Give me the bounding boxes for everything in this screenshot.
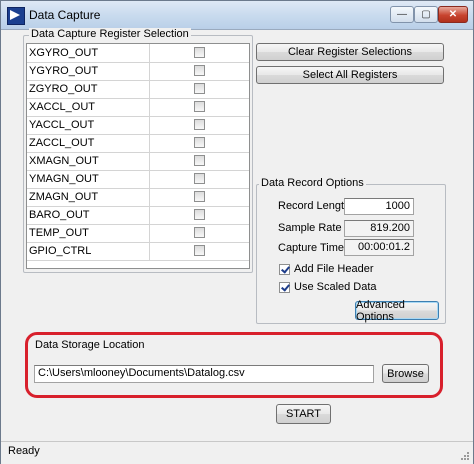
register-row[interactable]: ZGYRO_OUT [27, 80, 249, 99]
register-name: XGYRO_OUT [29, 47, 99, 59]
register-checkbox[interactable] [194, 227, 205, 238]
register-checkbox[interactable] [194, 209, 205, 220]
column-divider [149, 152, 150, 170]
use-scaled-data-label: Use Scaled Data [294, 281, 377, 293]
register-row[interactable]: YACCL_OUT [27, 116, 249, 135]
register-checkbox[interactable] [194, 65, 205, 76]
record-length-label: Record Length [278, 200, 351, 212]
register-row[interactable]: YMAGN_OUT [27, 170, 249, 189]
column-divider [149, 98, 150, 116]
register-checkbox[interactable] [194, 191, 205, 202]
add-file-header-label: Add File Header [294, 263, 374, 275]
register-name: BARO_OUT [29, 209, 90, 221]
column-divider [149, 206, 150, 224]
register-name: XACCL_OUT [29, 101, 96, 113]
register-row[interactable]: YGYRO_OUT [27, 62, 249, 81]
register-name: YGYRO_OUT [29, 65, 99, 77]
register-list: XGYRO_OUT YGYRO_OUT ZGYRO_OUT XACCL_OUT YACC… [26, 43, 250, 269]
register-row[interactable]: XGYRO_OUT [27, 44, 249, 63]
status-text: Ready [8, 445, 40, 457]
record-length-field[interactable]: 1000 [344, 198, 414, 215]
close-button[interactable]: ✕ [438, 6, 468, 23]
register-row[interactable]: BARO_OUT [27, 206, 249, 225]
capture-time-field[interactable]: 00:00:01.2 [344, 239, 414, 256]
register-checkbox[interactable] [194, 137, 205, 148]
register-checkbox[interactable] [194, 119, 205, 130]
register-name: XMAGN_OUT [29, 155, 99, 167]
register-checkbox[interactable] [194, 83, 205, 94]
start-button-label: START [285, 408, 322, 420]
resize-grip-icon[interactable] [460, 451, 470, 461]
register-checkbox[interactable] [194, 47, 205, 58]
register-row[interactable]: ZACCL_OUT [27, 134, 249, 153]
app-logo-icon [7, 7, 25, 25]
storage-path-field[interactable]: C:\Users\mlooney\Documents\Datalog.csv [34, 365, 374, 383]
browse-button[interactable]: Browse [382, 364, 429, 383]
data-capture-window: Data Capture — ▢ ✕ Data Capture Register… [0, 0, 474, 464]
browse-button-label: Browse [387, 367, 424, 380]
column-divider [149, 188, 150, 206]
sample-rate-field[interactable]: 819.200 [344, 220, 414, 237]
advanced-options-label: Advanced Options [356, 298, 405, 323]
register-name: GPIO_CTRL [29, 245, 92, 257]
select-all-button-label: Select All Registers [302, 69, 398, 81]
use-scaled-data-checkbox[interactable] [279, 282, 290, 293]
window-title: Data Capture [29, 8, 101, 22]
register-checkbox[interactable] [194, 173, 205, 184]
close-icon: ✕ [448, 9, 458, 20]
column-divider [149, 116, 150, 134]
title-bar[interactable]: Data Capture — ▢ ✕ [1, 1, 473, 30]
column-divider [149, 62, 150, 80]
capture-time-label: Capture Time [278, 242, 345, 254]
register-name: YMAGN_OUT [29, 173, 99, 185]
column-divider [149, 170, 150, 188]
register-checkbox[interactable] [194, 245, 205, 256]
register-checkbox[interactable] [194, 101, 205, 112]
register-row[interactable]: GPIO_CTRL [27, 242, 249, 261]
minimize-button[interactable]: — [390, 6, 414, 23]
clear-register-selections-button[interactable]: Clear Register Selections [256, 43, 444, 61]
status-bar: Ready [1, 441, 473, 464]
register-selection-title: Data Capture Register Selection [29, 28, 191, 40]
register-name: TEMP_OUT [29, 227, 89, 239]
register-name: ZACCL_OUT [29, 137, 95, 149]
column-divider [149, 224, 150, 242]
register-row[interactable]: XACCL_OUT [27, 98, 249, 117]
register-row[interactable]: TEMP_OUT [27, 224, 249, 243]
column-divider [149, 44, 150, 62]
record-options-title: Data Record Options [259, 177, 366, 189]
register-name: ZMAGN_OUT [29, 191, 99, 203]
register-row[interactable]: ZMAGN_OUT [27, 188, 249, 207]
register-name: YACCL_OUT [29, 119, 95, 131]
column-divider [149, 80, 150, 98]
add-file-header-checkbox[interactable] [279, 264, 290, 275]
start-button[interactable]: START [276, 404, 331, 424]
maximize-button[interactable]: ▢ [414, 6, 438, 23]
column-divider [149, 134, 150, 152]
register-name: ZGYRO_OUT [29, 83, 98, 95]
sample-rate-label: Sample Rate [278, 222, 342, 234]
minimize-icon: — [397, 9, 407, 20]
clear-button-label: Clear Register Selections [287, 46, 413, 58]
register-checkbox[interactable] [194, 155, 205, 166]
advanced-options-button[interactable]: Advanced Options [355, 298, 439, 323]
column-divider [149, 242, 150, 260]
select-all-registers-button[interactable]: Select All Registers [256, 66, 444, 84]
maximize-icon: ▢ [421, 9, 431, 20]
register-row[interactable]: XMAGN_OUT [27, 152, 249, 171]
storage-location-title: Data Storage Location [35, 339, 145, 351]
